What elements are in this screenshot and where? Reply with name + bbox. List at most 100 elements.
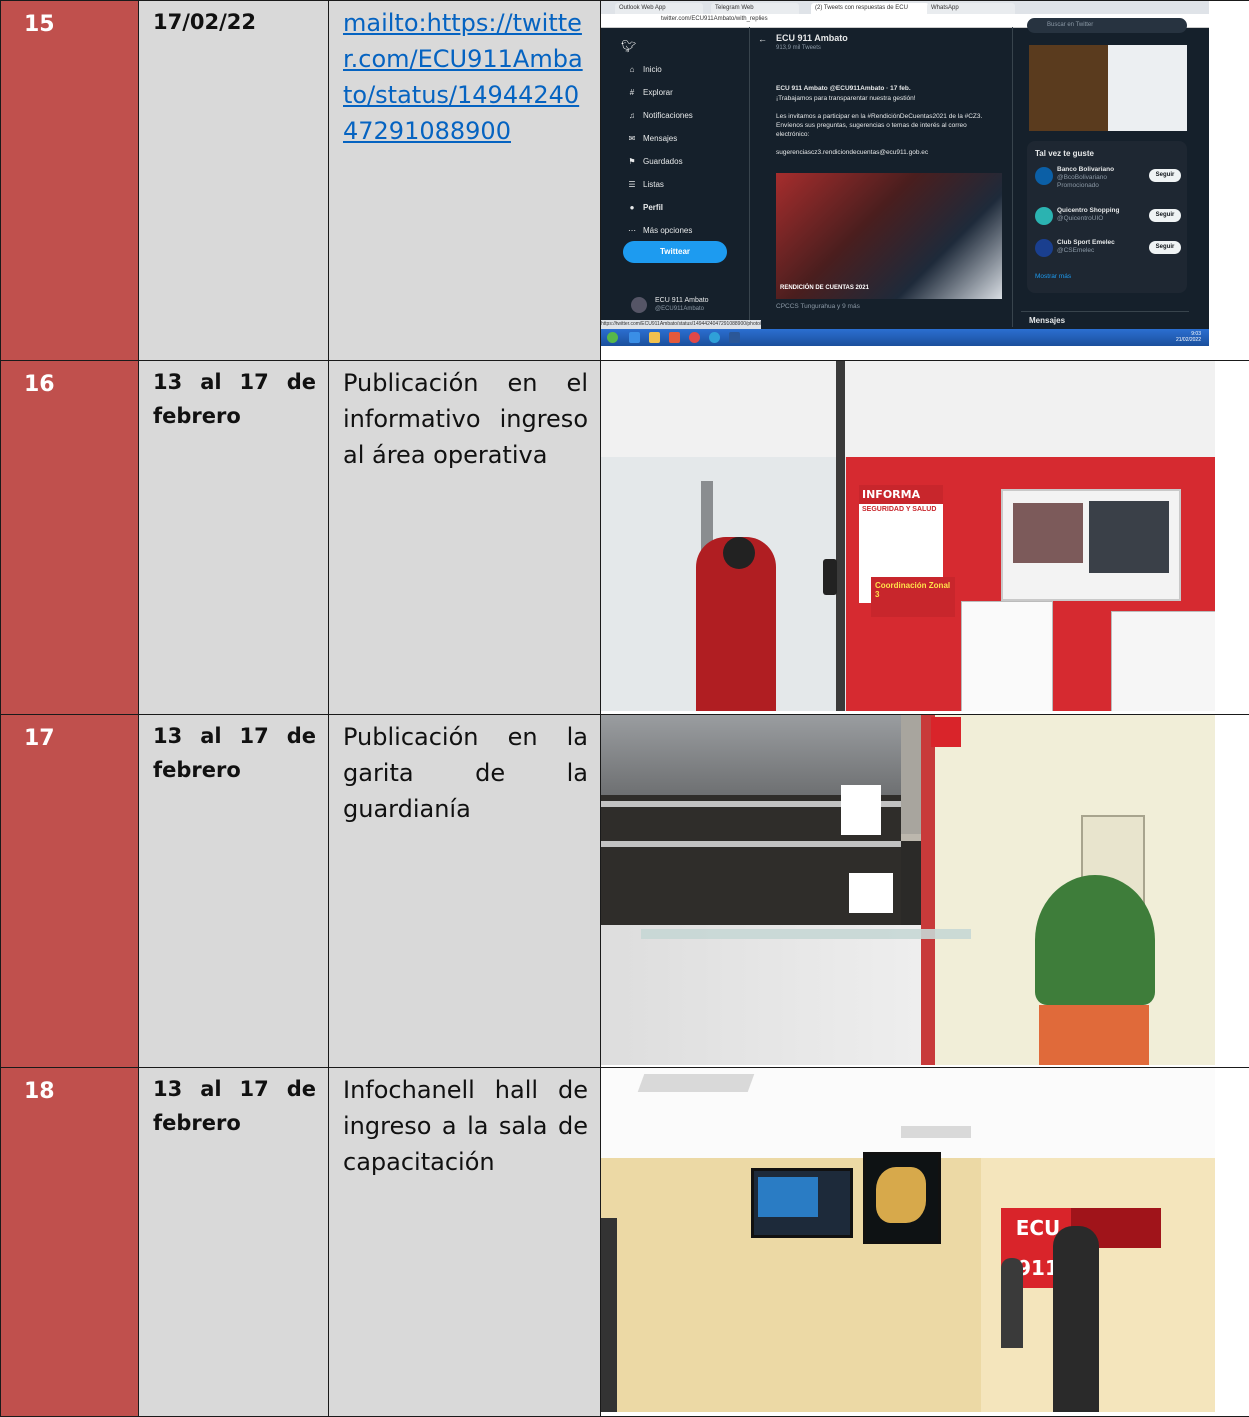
tweet-line: Envíenos sus preguntas, sugerencias o te… (776, 122, 967, 129)
booth-wall-lower (601, 925, 921, 1065)
suggestion-name: Banco Bolivariano (1057, 166, 1114, 173)
bell-icon: ♫ (621, 104, 643, 127)
booth-window (601, 715, 901, 925)
hashtag-icon: # (621, 81, 643, 104)
chrome-icon (689, 332, 700, 343)
timeline: ← ECU 911 Ambato 913,9 mil Tweets ECU 91… (749, 27, 1013, 327)
date-cell: 13 al 17 de febrero (139, 715, 329, 1068)
avatar (1035, 239, 1053, 257)
clock: 9:0321/02/2022 (1176, 331, 1201, 343)
table-row: 16 13 al 17 de febrero Publicación en el… (1, 361, 1249, 715)
photo-cell: Outlook Web App Telegram Web (2) Tweets … (601, 1, 1249, 361)
photo-cell: INFORMA SEGURIDAD Y SALUD Coordinación Z… (601, 361, 1249, 715)
browser-tab: WhatsApp (927, 3, 1015, 14)
tweet-footer: CPCCS Tungurahua y 9 más (776, 303, 860, 310)
media-thumbnails (1029, 45, 1187, 131)
avatar (1035, 207, 1053, 225)
tweet-line: electrónico: (776, 131, 809, 138)
profile-handle: @ECU911Ambato (655, 306, 704, 312)
list-icon: ☰ (621, 173, 643, 196)
suggestions-panel: Tal vez te guste Banco Bolivariano @BcoB… (1027, 141, 1187, 293)
photo-guard-booth (601, 715, 1215, 1065)
folder-icon (649, 332, 660, 343)
poster-label: Coordinación Zonal 3 (871, 577, 955, 617)
nav-item: ♫Notificaciones (621, 104, 741, 127)
nav-item: #Explorar (621, 81, 741, 104)
wall-poster (1001, 489, 1181, 601)
profile-name: ECU 911 Ambato (655, 297, 709, 304)
person-walking (1053, 1226, 1099, 1412)
nav-item: ✉Mensajes (621, 127, 741, 150)
notice-poster (1111, 611, 1215, 711)
status-url: https://twitter.com/ECU911Ambato/status/… (601, 320, 761, 329)
suggestion-handle: @BcoBolivariano (1057, 174, 1107, 181)
timeline-title: ECU 911 Ambato (776, 33, 848, 43)
start-icon (607, 332, 618, 343)
suggestion-name: Club Sport Emelec (1057, 239, 1115, 246)
glass-counter (641, 929, 971, 939)
person-icon: ● (621, 196, 643, 219)
photo-cell (601, 715, 1249, 1068)
table-row: 18 13 al 17 de febrero Infochanell hall … (1, 1068, 1249, 1417)
browser-tab: (2) Tweets con respuestas de ECU (811, 3, 929, 14)
suggestion-handle: @CSEmelec (1057, 247, 1094, 254)
row-number-cell: 16 (1, 361, 139, 715)
suggestion-name: Quicentro Shopping (1057, 207, 1119, 214)
ceiling-light (638, 1074, 755, 1092)
person-edge (601, 1218, 617, 1412)
description-cell: mailto:https://twitter.com/ECU911Ambato/… (329, 1, 601, 361)
twitter-side-nav: 🐦︎ ⌂Inicio #Explorar ♫Notificaciones ✉Me… (621, 35, 741, 242)
tweet-image-caption: RENDICIÓN DE CUENTAS 2021 (780, 285, 869, 291)
follow-button: Seguir (1149, 209, 1181, 222)
red-sign (931, 717, 961, 747)
nav-item: ⋯Más opciones (621, 219, 741, 242)
windows-taskbar: 9:0321/02/2022 (601, 329, 1209, 346)
row-number: 15 (1, 1, 138, 37)
tv-screen-left (751, 1168, 853, 1238)
suggestions-title: Tal vez te guste (1035, 149, 1094, 158)
description-cell: Infochanell hall de ingreso a la sala de… (329, 1068, 601, 1417)
avatar (631, 297, 647, 313)
media-icon (669, 332, 680, 343)
tweet-image: RENDICIÓN DE CUENTAS 2021 (776, 173, 1002, 299)
table-row: 17 13 al 17 de febrero Publicación en la… (1, 715, 1249, 1068)
board-sign-sub: SEGURIDAD Y SALUD (859, 504, 943, 515)
date-text: 13 al 17 de febrero (139, 361, 328, 433)
notice-paper (961, 601, 1053, 711)
follow-button: Seguir (1149, 169, 1181, 182)
date-cell: 17/02/22 (139, 1, 329, 361)
timeline-subtitle: 913,9 mil Tweets (776, 45, 821, 51)
nav-item: ⚑Guardados (621, 150, 741, 173)
snake-plant (1035, 875, 1155, 1005)
tv-screen-map (863, 1152, 941, 1244)
row-number-cell: 15 (1, 1, 139, 361)
messages-drawer: Mensajes (1021, 311, 1189, 330)
person-distant (1001, 1258, 1023, 1348)
board-sign: INFORMA (859, 485, 943, 504)
description-text: Infochanell hall de ingreso a la sala de… (329, 1068, 600, 1180)
row-number: 16 (1, 361, 138, 397)
browser-tab: Outlook Web App (615, 3, 703, 14)
back-arrow-icon: ← (758, 34, 767, 44)
person-head (723, 537, 755, 569)
tweet-line: Les invitamos a participar en la #Rendic… (776, 113, 982, 120)
photo-training-hall: ECU911 (601, 1068, 1215, 1412)
row-number: 18 (1, 1068, 138, 1104)
tweet-link[interactable]: mailto:https://twitter.com/ECU911Ambato/… (329, 1, 600, 149)
nav-item: ●Perfil (621, 196, 741, 219)
nav-item: ⌂Inicio (621, 58, 741, 81)
tweet-button: Twittear (623, 241, 727, 263)
home-icon: ⌂ (621, 58, 643, 81)
edge-icon (709, 332, 720, 343)
browser-tab: Telegram Web (711, 3, 799, 14)
description-text: Publicación en la garita de la guardianí… (329, 715, 600, 827)
ceiling-light (901, 1126, 971, 1138)
date-cell: 13 al 17 de febrero (139, 361, 329, 715)
avatar (1035, 167, 1053, 185)
description-cell: Publicación en el informativo ingreso al… (329, 361, 601, 715)
address-text: twitter.com/ECU911Ambato/with_replies (661, 16, 768, 22)
row-number: 17 (1, 715, 138, 751)
show-more-link: Mostrar más (1035, 273, 1071, 280)
description-cell: Publicación en la garita de la guardianí… (329, 715, 601, 1068)
date-text: 17/02/22 (139, 1, 328, 39)
